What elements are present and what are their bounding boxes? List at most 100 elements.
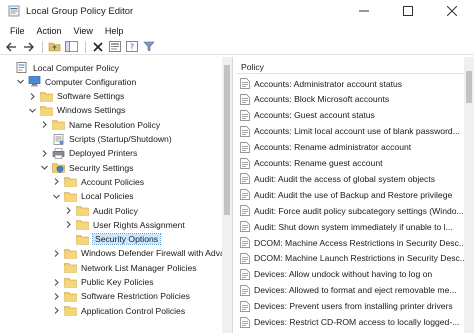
- back-button[interactable]: [4, 40, 19, 54]
- policy-row[interactable]: Accounts: Guest account status: [240, 109, 466, 122]
- tree-item-software-settings[interactable]: Software Settings: [28, 90, 124, 103]
- policy-row[interactable]: DCOM: Machine Access Restrictions in Sec…: [240, 236, 466, 249]
- tree-item-label: Windows Settings: [57, 105, 126, 116]
- tree-item-name-resolution-policy[interactable]: Name Resolution Policy: [40, 118, 160, 131]
- chevron-down-icon[interactable]: [40, 163, 49, 172]
- properties-button[interactable]: [107, 40, 122, 54]
- policy-name: Devices: Allow undock without having to …: [254, 269, 433, 280]
- policy-row[interactable]: Devices: Restrict CD-ROM access to local…: [240, 316, 466, 329]
- menu-file[interactable]: File: [4, 26, 31, 36]
- tree-item-audit-policy[interactable]: Audit Policy: [64, 204, 138, 217]
- chevron-right-icon[interactable]: [52, 292, 61, 301]
- tree-item-local-computer-policy[interactable]: Local Computer Policy: [4, 61, 119, 74]
- tree-item-public-key-policies[interactable]: Public Key Policies: [52, 276, 154, 289]
- show-hide-tree-icon: [65, 41, 78, 52]
- tree-scrollbar[interactable]: [222, 57, 232, 333]
- tree-scrollbar-thumb[interactable]: [224, 65, 230, 215]
- tree-item-account-policies[interactable]: Account Policies: [52, 175, 144, 188]
- up-folder-button[interactable]: [47, 40, 62, 54]
- chevron-right-icon[interactable]: [52, 278, 61, 287]
- chevron-right-icon[interactable]: [64, 206, 73, 215]
- column-header-label: Policy: [241, 61, 264, 72]
- printer-icon: [52, 147, 65, 159]
- minimize-button[interactable]: [342, 0, 386, 22]
- policy-row[interactable]: Devices: Allowed to format and eject rem…: [240, 284, 466, 297]
- chevron-right-icon[interactable]: [40, 120, 49, 129]
- chevron-down-icon[interactable]: [16, 77, 25, 86]
- folder-icon: [64, 262, 77, 273]
- chevron-right-icon[interactable]: [52, 249, 61, 258]
- tree-item-label: Application Control Policies: [81, 305, 186, 316]
- folder-icon: [40, 105, 53, 116]
- maximize-button[interactable]: [386, 0, 430, 22]
- help-icon: ?: [125, 41, 138, 52]
- policy-list-scrollbar[interactable]: [464, 57, 474, 333]
- security-icon: [52, 162, 65, 173]
- menu-view[interactable]: View: [68, 26, 99, 36]
- tree-item-security-settings[interactable]: Security Settings: [40, 161, 133, 174]
- tree-item-computer-configuration[interactable]: Computer Configuration: [16, 75, 136, 88]
- tree-item-local-policies[interactable]: Local Policies: [52, 190, 134, 203]
- tree-item-application-control-policies[interactable]: Application Control Policies: [52, 304, 185, 317]
- menu-help[interactable]: Help: [99, 26, 130, 36]
- tree-item-software-restriction-policies[interactable]: Software Restriction Policies: [52, 290, 190, 303]
- tree-item-windows-defender-firewall-with-advanc[interactable]: Windows Defender Firewall with Advanc: [52, 247, 233, 260]
- policy-row[interactable]: Audit: Force audit policy subcategory se…: [240, 204, 466, 217]
- policy-row[interactable]: Audit: Audit the access of global system…: [240, 172, 466, 185]
- policy-row[interactable]: Devices: Allow undock without having to …: [240, 268, 466, 281]
- policy-row[interactable]: Accounts: Block Microsoft accounts: [240, 93, 466, 106]
- tree-item-scripts-startup-shutdown[interactable]: Scripts (Startup/Shutdown): [40, 133, 172, 146]
- tree-item-security-options[interactable]: Security Options: [64, 233, 162, 246]
- policy-name: DCOM: Machine Access Restrictions in Sec…: [254, 237, 466, 248]
- tree-item-label: Local Policies: [81, 191, 134, 202]
- chevron-right-icon[interactable]: [40, 149, 49, 158]
- delete-button[interactable]: [90, 40, 105, 54]
- policy-row[interactable]: Audit: Audit the use of Backup and Resto…: [240, 188, 466, 201]
- policy-row[interactable]: Devices: Prevent users from installing p…: [240, 300, 466, 313]
- show-hide-tree-button[interactable]: [64, 40, 79, 54]
- chevron-right-icon[interactable]: [52, 177, 61, 186]
- chevron-down-icon[interactable]: [28, 106, 37, 115]
- menu-action[interactable]: Action: [31, 26, 68, 36]
- policy-name: Audit: Audit the access of global system…: [254, 173, 436, 184]
- policy-name: Accounts: Limit local account use of bla…: [254, 126, 460, 137]
- policy-list-scrollbar-thumb[interactable]: [466, 71, 472, 103]
- policy-document-icon: [240, 78, 250, 89]
- policy-row[interactable]: DCOM: Machine Launch Restrictions in Sec…: [240, 252, 466, 265]
- filter-button[interactable]: [141, 40, 156, 54]
- forward-button[interactable]: [21, 40, 36, 54]
- chevron-right-icon[interactable]: [64, 220, 73, 229]
- policy-name: Accounts: Administrator account status: [254, 78, 403, 89]
- chevron-down-icon[interactable]: [52, 192, 61, 201]
- chevron-right-icon[interactable]: [52, 306, 61, 315]
- folder-icon: [64, 305, 77, 316]
- column-header-policy[interactable]: Policy: [236, 60, 464, 74]
- tree-item-windows-settings[interactable]: Windows Settings: [28, 104, 125, 117]
- toolbar-separator: [85, 40, 86, 53]
- policy-row[interactable]: Accounts: Limit local account use of bla…: [240, 125, 466, 138]
- policy-row[interactable]: Audit: Shut down system immediately if u…: [240, 220, 466, 233]
- filter-icon: [142, 41, 155, 52]
- folder-icon: [64, 291, 77, 302]
- tree-item-user-rights-assignment[interactable]: User Rights Assignment: [64, 218, 185, 231]
- tree-item-deployed-printers[interactable]: Deployed Printers: [40, 147, 137, 160]
- chevron-right-icon[interactable]: [28, 92, 37, 101]
- tree-item-network-list-manager-policies[interactable]: Network List Manager Policies: [52, 261, 197, 274]
- policy-name: Accounts: Rename guest account: [254, 158, 383, 168]
- close-button[interactable]: [430, 0, 474, 22]
- policy-row[interactable]: Accounts: Rename administrator account: [240, 141, 466, 154]
- policy-row[interactable]: Accounts: Rename guest account: [240, 157, 466, 170]
- help-button[interactable]: ?: [124, 40, 139, 54]
- tree-item-label: Windows Defender Firewall with Advanc: [81, 248, 233, 259]
- computer-policy-icon: [16, 62, 29, 73]
- policy-document-icon: [240, 189, 250, 201]
- tree-item-label: Local Computer Policy: [33, 62, 119, 73]
- policy-name: Audit: Shut down system immediately if u…: [254, 221, 453, 232]
- policy-document-icon: [240, 157, 250, 169]
- tree-item-label: Computer Configuration: [45, 76, 137, 87]
- policy-row[interactable]: Accounts: Administrator account status: [240, 77, 466, 90]
- script-icon: [52, 133, 65, 145]
- policy-name: Accounts: Rename administrator account: [254, 142, 412, 153]
